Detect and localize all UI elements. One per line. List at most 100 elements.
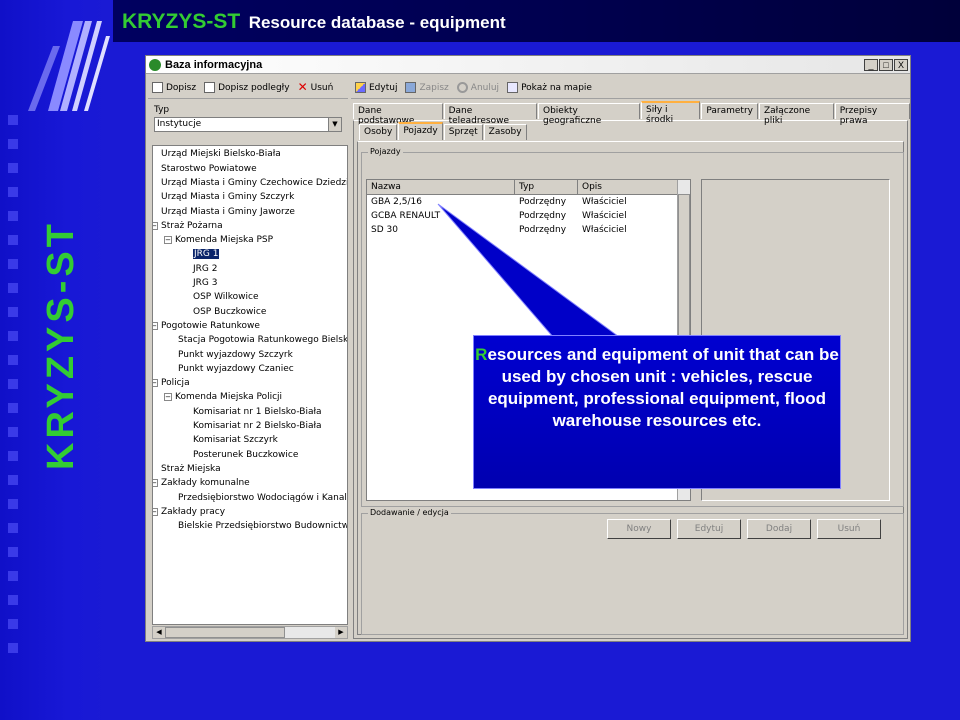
chevron-down-icon[interactable]: ▼ <box>328 118 341 131</box>
tab-contact-data[interactable]: Dane teleadresowe <box>443 103 537 126</box>
table-header: Nazwa Typ Opis <box>367 180 690 195</box>
collapse-icon[interactable]: − <box>153 378 158 387</box>
cancel-icon <box>456 82 468 93</box>
left-pane: Dopisz Dopisz podległy ✕ Usuń Typ Instytu… <box>148 77 348 641</box>
scroll-left-icon[interactable]: ◀ <box>153 627 165 638</box>
cell-name: GCBA RENAULT <box>371 211 441 221</box>
collapse-icon[interactable]: − <box>153 221 158 230</box>
window-controls: _ □ X <box>864 58 908 71</box>
tab-forces-resources[interactable]: Siły i środki <box>641 101 701 125</box>
decorative-squares <box>8 115 26 667</box>
edit-row-button[interactable]: Edytuj <box>677 519 741 539</box>
column-header-name[interactable]: Nazwa <box>367 180 515 194</box>
tree-item[interactable]: Stacja Pogotowia Ratunkowego Bielsko-B <box>178 334 347 347</box>
tree-horizontal-scrollbar[interactable]: ◀ ▶ <box>152 626 348 639</box>
collapse-icon[interactable]: − <box>164 235 172 244</box>
column-header-type[interactable]: Typ <box>515 180 578 194</box>
show-on-map-button[interactable]: Pokaż na mapie <box>507 82 592 93</box>
table-row[interactable]: GCBA RENAULT Podrzędny Właściciel <box>367 209 690 223</box>
tree-item[interactable]: Urząd Miasta i Gminy Jaworze <box>161 206 295 219</box>
tree-item[interactable]: Urząd Miasta i Gminy Szczyrk <box>161 191 294 204</box>
maximize-button[interactable]: □ <box>879 58 893 71</box>
cell-description: Właściciel <box>582 225 627 235</box>
tree-item[interactable]: −Pogotowie Ratunkowe <box>153 320 260 333</box>
save-button[interactable]: Zapisz <box>405 82 449 93</box>
tab-basic-data[interactable]: Dane podstawowe <box>353 103 443 126</box>
scroll-right-icon[interactable]: ▶ <box>335 627 347 638</box>
window-titlebar: Baza informacyjna _ □ X <box>146 56 910 74</box>
subtab-persons[interactable]: Osoby <box>359 124 398 140</box>
cell-type: Podrzędny <box>519 197 567 207</box>
tree-item[interactable]: −Policja <box>153 377 190 390</box>
new-button[interactable]: Nowy <box>607 519 671 539</box>
tree-item[interactable]: −Straż Pożarna <box>153 220 223 233</box>
tree-item-selected[interactable]: JRG 1 <box>193 248 220 261</box>
cell-type: Podrzędny <box>519 211 567 221</box>
tree-item[interactable]: Starostwo Powiatowe <box>161 163 257 176</box>
subtab-vehicles[interactable]: Pojazdy <box>398 122 443 140</box>
add-sub-button[interactable]: Dopisz podległy <box>204 82 290 93</box>
window-title: Baza informacyjna <box>165 58 263 71</box>
slide-title-main: KRYZYS-ST <box>122 10 241 33</box>
slide-title-sub: Resource database - equipment <box>248 13 506 32</box>
cell-name: GBA 2,5/16 <box>371 197 422 207</box>
type-select[interactable]: Instytucje ▼ <box>154 117 342 132</box>
tree-item[interactable]: −Zakłady komunalne <box>153 477 250 490</box>
tree-item[interactable]: Posterunek Buczkowice <box>193 449 298 462</box>
type-label: Typ <box>154 105 170 115</box>
collapse-icon[interactable]: − <box>153 507 158 516</box>
callout-first-letter: R <box>475 345 488 364</box>
tree-item[interactable]: Urząd Miasta i Gminy Czechowice Dziedzic… <box>161 177 347 190</box>
minimize-button[interactable]: _ <box>864 58 878 71</box>
app-icon <box>149 58 161 71</box>
tree-item[interactable]: Bielskie Przedsiębiorstwo Budownictwa P <box>178 520 347 533</box>
scroll-thumb[interactable] <box>165 627 285 638</box>
tree-item[interactable]: Przedsiębiorstwo Wodociągów i Kanalizac <box>178 492 347 505</box>
add-button[interactable]: Dopisz <box>152 82 196 93</box>
delete-row-button[interactable]: Usuń <box>817 519 881 539</box>
tree-item[interactable]: JRG 3 <box>193 277 217 290</box>
tree-item[interactable]: Urząd Miejski Bielsko-Biała <box>161 148 281 161</box>
tree-item[interactable]: − Komenda Miejska PSP <box>164 234 273 247</box>
callout-box: Resources and equipment of unit that can… <box>473 335 841 489</box>
tab-regulations[interactable]: Przepisy prawa <box>834 103 910 126</box>
tree-item[interactable]: Komisariat nr 1 Bielsko-Biała <box>193 406 322 419</box>
delete-x-icon: ✕ <box>297 80 308 94</box>
tree-item[interactable]: OSP Buczkowice <box>193 306 266 319</box>
edit-button[interactable]: Edytuj <box>355 82 397 93</box>
cancel-button[interactable]: Anuluj <box>456 82 499 93</box>
table-row[interactable]: SD 30 Podrzędny Właściciel <box>367 223 690 237</box>
collapse-icon[interactable]: − <box>153 321 158 330</box>
institution-tree[interactable]: Urząd Miejski Bielsko-Biała Starostwo Po… <box>152 145 348 625</box>
cell-description: Właściciel <box>582 197 627 207</box>
delete-button[interactable]: ✕ Usuń <box>297 80 334 94</box>
tree-item[interactable]: Komisariat Szczyrk <box>193 434 278 447</box>
tree-item[interactable]: Komisariat nr 2 Bielsko-Biała <box>193 420 322 433</box>
tree-item[interactable]: Straż Miejska <box>161 463 221 476</box>
tree-item[interactable]: − Komenda Miejska Policji <box>164 391 282 404</box>
slide-title: KRYZYS-ST Resource database - equipment <box>122 10 506 34</box>
collapse-icon[interactable]: − <box>153 478 158 487</box>
callout-text: esources and equipment of unit that can … <box>487 345 839 430</box>
tab-geo-objects[interactable]: Obiekty geograficzne <box>537 103 641 126</box>
add-row-button[interactable]: Dodaj <box>747 519 811 539</box>
tree-item[interactable]: Punkt wyjazdowy Szczyrk <box>178 349 293 362</box>
table-row[interactable]: GBA 2,5/16 Podrzędny Właściciel <box>367 195 690 209</box>
collapse-icon[interactable]: − <box>164 392 172 401</box>
edit-buttons: Nowy Edytuj Dodaj Usuń <box>607 519 881 539</box>
tab-parameters[interactable]: Parametry <box>701 103 758 119</box>
tree-item[interactable]: Punkt wyjazdowy Czaniec <box>178 363 294 376</box>
tree-item[interactable]: −Zakłady pracy <box>153 506 225 519</box>
tab-attachments[interactable]: Załączone pliki <box>759 103 834 126</box>
subtab-equipment[interactable]: Sprzęt <box>443 124 483 140</box>
subtab-resources[interactable]: Zasoby <box>483 124 527 140</box>
sub-tabs: Osoby Pojazdy Sprzęt Zasoby <box>359 122 527 140</box>
right-toolbar: Edytuj Zapisz Anuluj Pokaż na mapie <box>351 77 910 99</box>
pencil-icon <box>355 82 366 93</box>
tree-item[interactable]: OSP Wilkowice <box>193 291 259 304</box>
vertical-title: KRYZYS-ST <box>40 220 82 470</box>
column-header-description[interactable]: Opis <box>578 180 678 194</box>
vehicles-group-title: Pojazdy <box>368 147 403 156</box>
tree-item[interactable]: JRG 2 <box>193 263 217 276</box>
close-button[interactable]: X <box>894 58 908 71</box>
